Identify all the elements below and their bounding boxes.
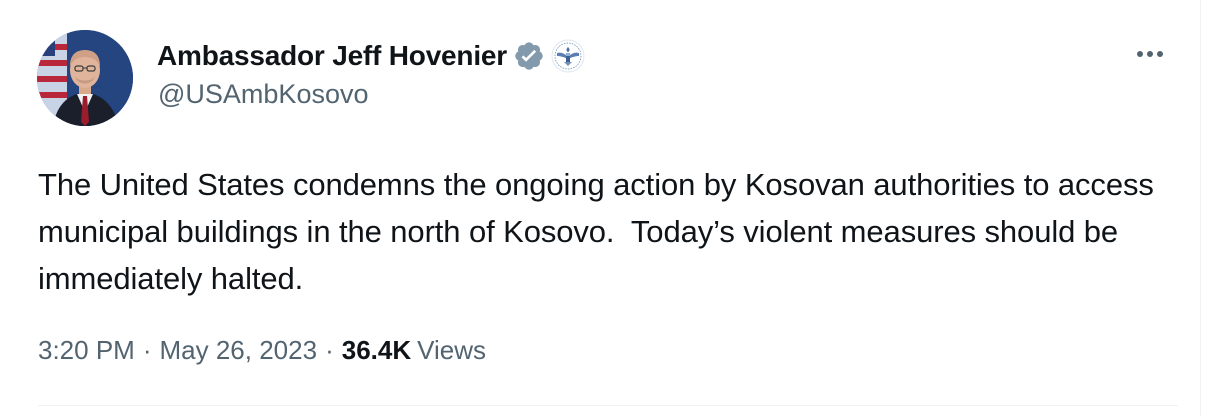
tweet-time[interactable]: 3:20 PM	[38, 335, 135, 366]
author-name[interactable]: Ambassador Jeff Hovenier	[157, 40, 507, 72]
divider	[38, 405, 1178, 406]
tweet-date[interactable]: May 26, 2023	[160, 335, 318, 366]
avatar-photo	[37, 30, 133, 126]
tweet-card: Ambassador Jeff Hovenier @USAmbKosovo Th…	[0, 0, 1201, 416]
views-count[interactable]: 36.4K	[342, 335, 411, 366]
views-label: Views	[417, 335, 487, 365]
more-options-button[interactable]	[1130, 42, 1170, 66]
author-name-row: Ambassador Jeff Hovenier	[157, 36, 585, 76]
meta-separator: ·	[142, 335, 152, 365]
tweet-text: The United States condemns the ongoing a…	[38, 167, 1163, 296]
tweet-meta: 3:20 PM · May 26, 2023 · 36.4K Views	[38, 335, 486, 366]
us-state-department-seal-icon[interactable]	[551, 39, 585, 73]
more-options-icon	[1137, 51, 1163, 57]
author-handle[interactable]: @USAmbKosovo	[158, 79, 369, 110]
verified-badge-icon[interactable]	[513, 40, 545, 72]
meta-separator: ·	[325, 335, 334, 365]
avatar[interactable]	[37, 30, 133, 126]
